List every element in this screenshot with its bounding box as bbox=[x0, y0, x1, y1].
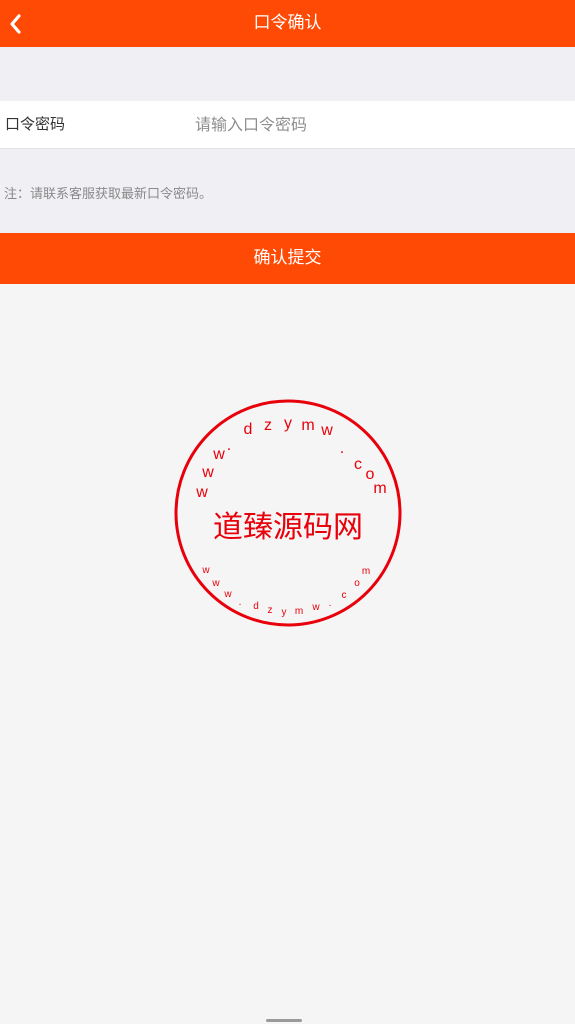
top-spacer bbox=[0, 47, 575, 101]
home-indicator bbox=[266, 1019, 302, 1022]
svg-text:w: w bbox=[223, 589, 232, 600]
svg-text:d: d bbox=[244, 421, 253, 438]
svg-text:m: m bbox=[362, 566, 370, 577]
app-page: 口令确认 口令密码 注：请联系客服获取最新口令密码。 确认提交 w w w . … bbox=[0, 0, 575, 1024]
svg-text:c: c bbox=[354, 456, 362, 473]
svg-text:y: y bbox=[284, 415, 292, 432]
svg-text:.: . bbox=[329, 598, 332, 609]
svg-text:d: d bbox=[253, 601, 259, 612]
svg-text:.: . bbox=[340, 440, 344, 457]
svg-text:w: w bbox=[195, 484, 208, 501]
svg-text:z: z bbox=[264, 417, 272, 434]
svg-text:w: w bbox=[212, 446, 225, 463]
svg-text:.: . bbox=[239, 597, 242, 608]
note-text: 注：请联系客服获取最新口令密码。 bbox=[4, 187, 213, 202]
svg-text:w: w bbox=[320, 422, 333, 439]
svg-text:.: . bbox=[227, 437, 231, 454]
password-field-row: 口令密码 bbox=[0, 101, 575, 149]
svg-text:w: w bbox=[201, 464, 214, 481]
svg-text:z: z bbox=[268, 605, 273, 616]
svg-text:w: w bbox=[311, 602, 320, 613]
header-bar: 口令确认 bbox=[0, 0, 575, 47]
watermark-stamp: w w w . d z y m w . c o m 道臻源码网 w w w . … bbox=[172, 397, 404, 629]
password-label: 口令密码 bbox=[5, 115, 66, 133]
svg-text:y: y bbox=[282, 607, 287, 618]
svg-text:w: w bbox=[201, 565, 210, 576]
password-input[interactable] bbox=[195, 108, 555, 141]
svg-text:m: m bbox=[301, 417, 314, 434]
page-title: 口令确认 bbox=[253, 13, 322, 33]
svg-text:m: m bbox=[295, 606, 303, 617]
svg-text:w: w bbox=[211, 578, 220, 589]
svg-text:m: m bbox=[373, 480, 386, 497]
svg-text:c: c bbox=[342, 590, 347, 601]
svg-text:o: o bbox=[354, 578, 360, 589]
svg-text:道臻源码网: 道臻源码网 bbox=[213, 510, 363, 545]
note-area: 注：请联系客服获取最新口令密码。 bbox=[0, 149, 575, 233]
stamp-seal-icon: w w w . d z y m w . c o m 道臻源码网 w w w . … bbox=[174, 399, 402, 627]
submit-button[interactable]: 确认提交 bbox=[0, 233, 575, 284]
